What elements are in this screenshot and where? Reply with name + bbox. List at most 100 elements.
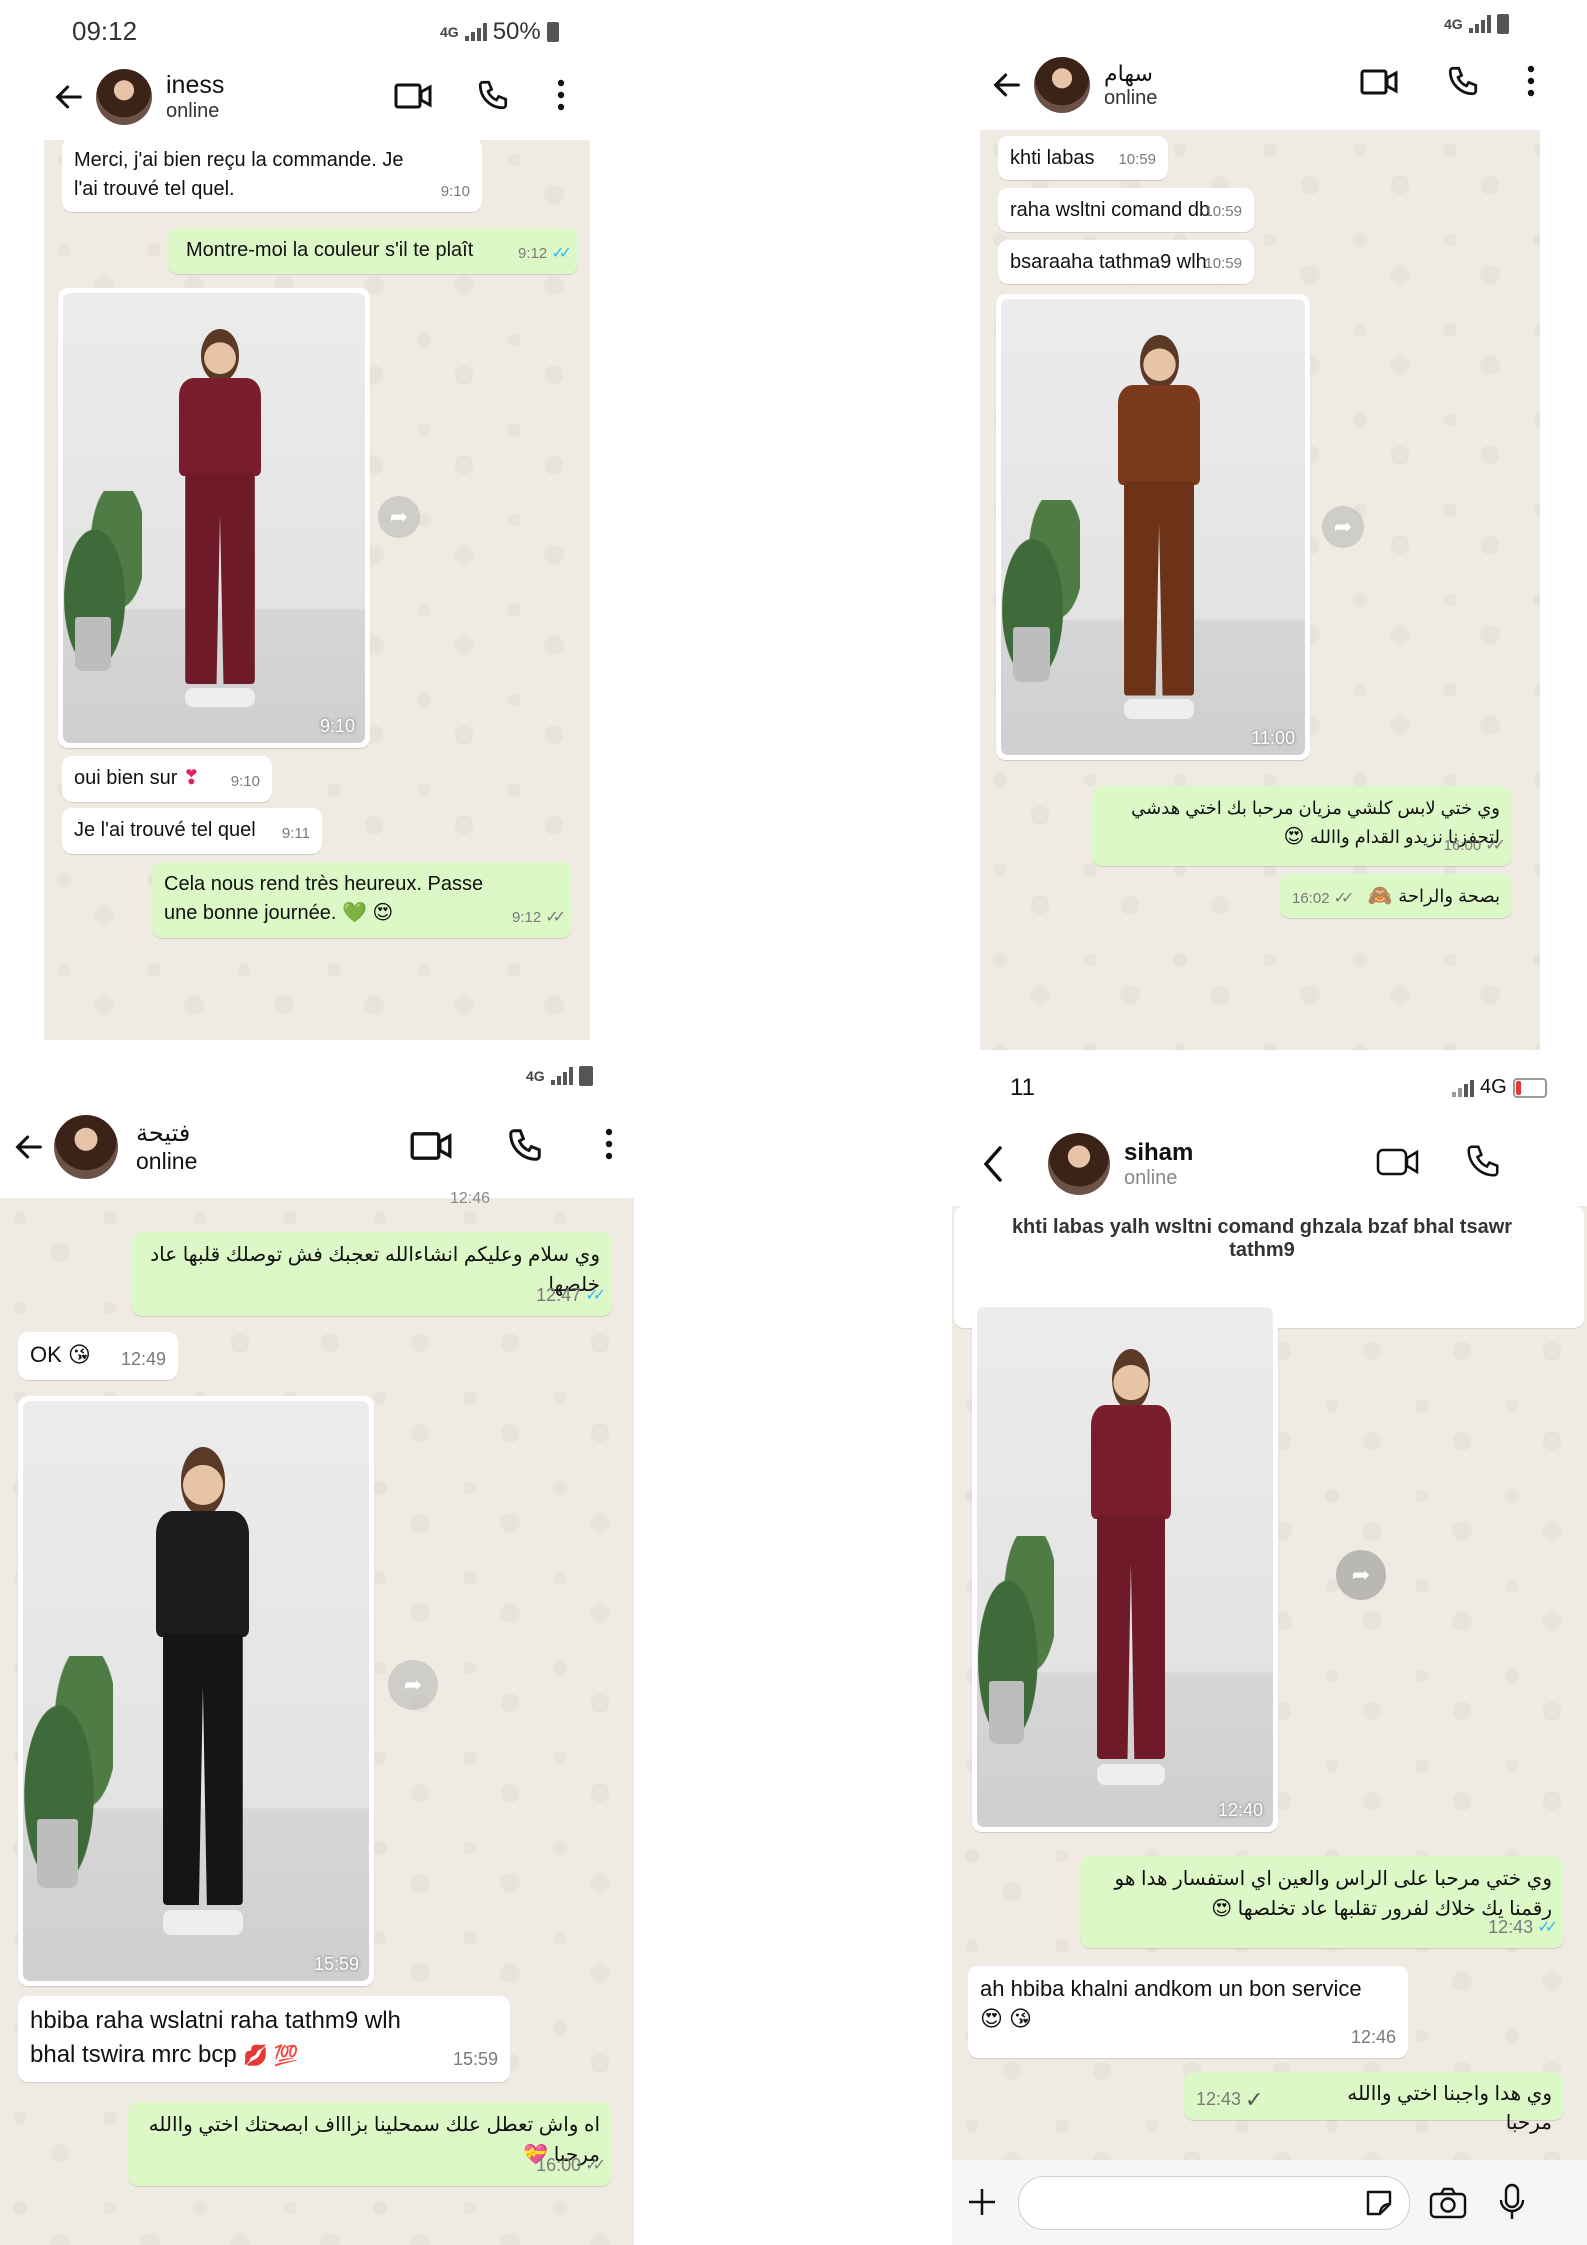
- back-arrow-icon[interactable]: [990, 68, 1024, 102]
- photo-time: 12:40: [1217, 1800, 1263, 1820]
- message-input[interactable]: [1018, 2176, 1410, 2230]
- chat-header: siham online: [980, 1124, 1580, 1204]
- message-text: hbiba raha wslatni raha tathm9 wlh bhal …: [30, 2007, 401, 2068]
- message-time: 12:49: [120, 1349, 166, 1369]
- contact-info[interactable]: سهام online: [1104, 61, 1157, 110]
- delivered-receipt-icon: ✓✓: [1485, 837, 1506, 854]
- message-outgoing[interactable]: 16:02 ✓✓ بصحة والراحة 🙈: [1280, 874, 1512, 918]
- message-text: OK: [30, 1342, 62, 1367]
- camera-icon[interactable]: [1428, 2186, 1468, 2220]
- phone-icon[interactable]: [506, 1126, 544, 1164]
- back-arrow-icon[interactable]: [980, 1144, 1006, 1184]
- status-icons: 4G: [1452, 1076, 1547, 1099]
- chat-header: فتيحة online: [12, 1112, 632, 1182]
- product-photo: 9:10: [63, 293, 365, 743]
- message-incoming[interactable]: Je l'ai trouvé tel quel 9:11: [62, 808, 322, 854]
- back-arrow-icon[interactable]: [52, 80, 86, 114]
- message-time: 15:59: [452, 2049, 498, 2069]
- status-time: 11: [1010, 1074, 1035, 1101]
- status-time: 09:12: [72, 16, 138, 46]
- phone-icon[interactable]: [1464, 1142, 1502, 1180]
- signal-icon: [464, 23, 487, 41]
- message-outgoing[interactable]: وي هدا واجبنا اختي واالله مرحبا 12:43 ✓: [1184, 2072, 1564, 2134]
- message-text: ah hbiba khalni andkom un bon service: [980, 1976, 1362, 2001]
- message-incoming[interactable]: hbiba raha wslatni raha tathm9 wlh bhal …: [18, 1996, 510, 2082]
- contact-info[interactable]: iness online: [166, 71, 224, 123]
- avatar[interactable]: [1034, 57, 1090, 113]
- more-options-icon[interactable]: [1526, 64, 1536, 98]
- pants: [163, 1632, 243, 1906]
- message-incoming[interactable]: Merci, j'ai bien reçu la commande. Je l'…: [62, 138, 482, 212]
- video-call-icon[interactable]: [394, 80, 432, 112]
- microphone-icon[interactable]: [1498, 2182, 1526, 2222]
- chat-screenshot-iness: 09:12 4G 50% iness online Merci, j'ai bi…: [0, 0, 590, 1040]
- delivered-receipt-icon: ✓✓: [545, 909, 566, 926]
- contact-info[interactable]: فتيحة online: [136, 1119, 197, 1175]
- pants: [185, 472, 255, 685]
- product-photo: 15:59: [23, 1401, 369, 1981]
- read-receipt-icon: ✓✓: [1537, 1919, 1558, 1936]
- pants: [1124, 481, 1195, 696]
- video-call-icon[interactable]: [410, 1128, 452, 1164]
- image-message[interactable]: 9:10: [58, 288, 370, 748]
- message-outgoing[interactable]: وي ختي لابس كلشي مزيان مرحبا بك اختي هدش…: [1092, 786, 1512, 866]
- forward-icon[interactable]: ➦: [1322, 506, 1364, 548]
- message-time: 10:59: [1204, 203, 1242, 220]
- banner-text: khti labas yalh wsltni comand ghzala bza…: [1011, 1216, 1513, 1261]
- message-time: 9:12: [517, 245, 548, 262]
- chat-header: سهام online: [990, 50, 1550, 120]
- chat-screenshot-fatiha: 4G فتيحة online 12:46 وي سلام وعليكم انش…: [0, 1060, 634, 2245]
- more-options-icon[interactable]: [556, 78, 566, 112]
- message-time: 9:10: [230, 773, 260, 790]
- shirt: [1118, 385, 1200, 485]
- status-icons: 4G: [1444, 14, 1509, 34]
- message-incoming[interactable]: ah hbiba khalni andkom un bon service 😍 …: [968, 1966, 1408, 2058]
- contact-name: سهام: [1104, 60, 1153, 86]
- video-call-icon[interactable]: [1376, 1146, 1420, 1178]
- message-outgoing[interactable]: وي ختي مرحبا على الراس والعين اي استفسار…: [1080, 1856, 1564, 1948]
- read-receipt-icon: ✓✓: [551, 245, 572, 262]
- message-incoming[interactable]: oui bien sur ❣ 9:10: [62, 756, 272, 802]
- message-time: 9:12: [511, 909, 542, 926]
- heart-emoji: ❣: [182, 767, 200, 789]
- forward-icon[interactable]: ➦: [378, 496, 420, 538]
- avatar[interactable]: [54, 1115, 118, 1179]
- contact-name: iness: [166, 71, 225, 99]
- forward-icon[interactable]: ➦: [1336, 1550, 1386, 1600]
- signal-icon: [1452, 1079, 1474, 1097]
- message-incoming[interactable]: bsaraaha tathma9 wlh 10:59: [998, 240, 1254, 284]
- forward-icon[interactable]: ➦: [388, 1660, 438, 1710]
- more-options-icon[interactable]: [604, 1126, 614, 1162]
- pants: [1096, 1514, 1165, 1760]
- emoji: 😍: [1283, 826, 1305, 848]
- chat-header: iness online: [52, 62, 590, 132]
- emoji: 💚 😍: [341, 902, 394, 924]
- message-incoming[interactable]: khti labas 10:59: [998, 136, 1168, 180]
- message-incoming[interactable]: OK 😘 12:49: [18, 1332, 178, 1380]
- message-outgoing[interactable]: اه واش تعطل علك سمحلينا بزاااف ابصحتك اخ…: [128, 2102, 612, 2186]
- product-photo: 12:40: [977, 1307, 1273, 1827]
- message-time: 16:00: [1443, 837, 1482, 854]
- message-outgoing[interactable]: وي سلام وعليكم انشاءالله تعجبك فش توصلك …: [132, 1232, 612, 1316]
- message-time-cut: 12:46: [450, 1190, 491, 1207]
- message-time: 12:43: [1196, 2089, 1242, 2109]
- avatar[interactable]: [96, 69, 152, 125]
- video-call-icon[interactable]: [1360, 66, 1398, 98]
- battery-icon: [546, 22, 559, 42]
- phone-icon[interactable]: [1446, 64, 1480, 98]
- message-outgoing[interactable]: Cela nous rend très heureux. Passe une b…: [152, 862, 572, 938]
- image-message[interactable]: 11:00: [996, 294, 1310, 760]
- back-arrow-icon[interactable]: [12, 1130, 46, 1164]
- image-message[interactable]: 15:59: [18, 1396, 374, 1986]
- sticker-icon[interactable]: [1362, 2186, 1396, 2220]
- message-incoming[interactable]: raha wsltni comand db 10:59: [998, 188, 1254, 232]
- image-message[interactable]: 12:40: [972, 1302, 1278, 1832]
- avatar[interactable]: [1048, 1133, 1110, 1195]
- plus-icon[interactable]: [966, 2186, 998, 2218]
- battery-icon: [1512, 1077, 1547, 1098]
- message-outgoing[interactable]: Montre-moi la couleur s'il te plaît 9:12…: [168, 228, 578, 274]
- phone-icon[interactable]: [476, 78, 510, 112]
- emoji: 😍: [1211, 1898, 1233, 1920]
- shirt: [1091, 1405, 1171, 1519]
- contact-info[interactable]: siham online: [1124, 1139, 1193, 1190]
